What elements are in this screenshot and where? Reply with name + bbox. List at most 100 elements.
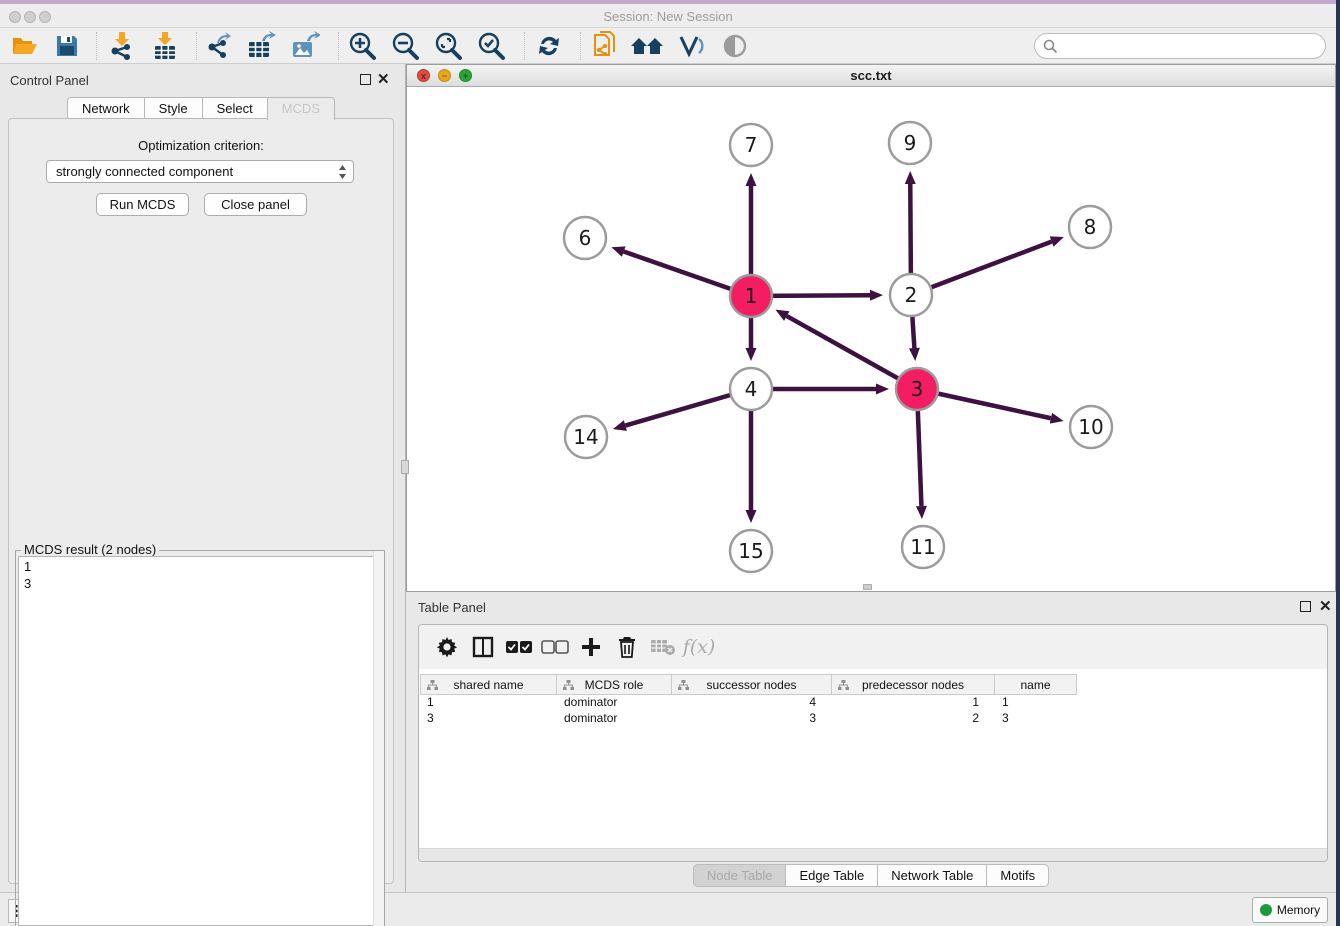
graph-edge-arrowhead: [611, 246, 625, 256]
memory-button[interactable]: Memory: [1252, 897, 1328, 923]
graph-edge-arrowhead: [905, 171, 916, 184]
close-table-panel-icon[interactable]: ✕: [1319, 597, 1332, 615]
application-window: Session: New Session: [0, 0, 1336, 926]
export-image-icon[interactable]: [288, 31, 322, 61]
mcds-result-groupbox: MCDS result (2 nodes) 1 3: [15, 550, 385, 926]
clone-network-icon[interactable]: [588, 31, 622, 61]
import-table-icon[interactable]: [148, 31, 182, 61]
search-icon: [1043, 39, 1058, 54]
zoom-selected-icon[interactable]: [474, 31, 508, 61]
control-panel: Control Panel ✕ NetworkStyleSelectMCDS O…: [0, 64, 402, 892]
graph-node-label: 6: [579, 226, 592, 250]
column-header-name[interactable]: name: [995, 674, 1077, 695]
network-window-titlebar[interactable]: x − + scc.txt: [407, 65, 1335, 87]
graph-edge-2-8[interactable]: [911, 242, 1052, 295]
table-tab-network-table[interactable]: Network Table: [877, 864, 986, 887]
search-field[interactable]: [1034, 33, 1326, 59]
zoom-out-icon[interactable]: [388, 31, 422, 61]
control-tab-mcds[interactable]: MCDS: [267, 97, 335, 120]
graph-node-label: 7: [745, 133, 758, 157]
column-header-MCDS-role[interactable]: MCDS role: [557, 674, 672, 695]
close-panel-button[interactable]: Close panel: [204, 193, 307, 216]
column-selector-icon[interactable]: [465, 632, 501, 662]
zoom-fit-icon[interactable]: [431, 31, 465, 61]
table-cell[interactable]: 1: [995, 695, 1077, 711]
table-tab-edge-table[interactable]: Edge Table: [785, 864, 877, 887]
table-cell[interactable]: 3: [420, 711, 557, 727]
graph-edge-arrowhead: [870, 290, 883, 301]
main-toolbar: [0, 28, 1336, 64]
network-window-title: scc.txt: [407, 68, 1335, 83]
toolbar-separator: [524, 32, 525, 60]
hide-graphics-details-icon[interactable]: [674, 31, 708, 61]
control-tab-select[interactable]: Select: [202, 97, 267, 119]
save-session-icon[interactable]: [50, 31, 84, 61]
table-cell[interactable]: dominator: [557, 695, 672, 711]
table-panel-header: Table Panel ✕: [406, 592, 1336, 622]
graph-node-label: 14: [573, 425, 598, 449]
search-input[interactable]: [1063, 39, 1325, 54]
show-hide-icon[interactable]: [718, 31, 752, 61]
table-tab-motifs[interactable]: Motifs: [986, 864, 1049, 887]
table-row[interactable]: 3dominator323: [420, 711, 1077, 727]
graph-edge-arrowhead: [909, 348, 920, 361]
chevron-up-down-icon: [338, 164, 347, 186]
column-header-predecessor-nodes[interactable]: predecessor nodes: [832, 674, 995, 695]
zoom-in-icon[interactable]: [345, 31, 379, 61]
column-header-successor-nodes[interactable]: successor nodes: [672, 674, 832, 695]
control-panel-title: Control Panel: [10, 73, 89, 88]
column-header-shared-name[interactable]: shared name: [420, 674, 557, 695]
toolbar-separator: [196, 32, 197, 60]
graph-edge-arrowhead: [1050, 236, 1064, 246]
table-cell[interactable]: dominator: [557, 711, 672, 727]
graph-node-label: 8: [1084, 215, 1097, 239]
refresh-icon[interactable]: [532, 31, 566, 61]
float-table-panel-icon[interactable]: [1300, 601, 1311, 612]
float-panel-icon[interactable]: [360, 74, 371, 85]
table-panel: Table Panel ✕: [406, 592, 1336, 892]
table-cell[interactable]: 3: [672, 711, 832, 727]
panel-divider-handle[interactable]: [401, 460, 409, 474]
criterion-select[interactable]: strongly connected component: [46, 160, 354, 183]
graph-edge-arrowhead: [876, 384, 889, 395]
import-network-icon[interactable]: [104, 31, 138, 61]
horizontal-splitter-handle[interactable]: [863, 584, 872, 590]
mcds-result-text[interactable]: 1 3: [18, 556, 382, 926]
export-table-icon[interactable]: [244, 31, 278, 61]
graph-node-label: 3: [911, 377, 924, 401]
node-table-container: f(x) shared nameMCDS rolesuccessor nodes…: [418, 624, 1328, 862]
graph-node-label: 1: [745, 284, 758, 308]
run-mcds-button[interactable]: Run MCDS: [96, 193, 189, 216]
table-cell[interactable]: 1: [420, 695, 557, 711]
table-cell[interactable]: 4: [672, 695, 832, 711]
open-file-icon[interactable]: [8, 31, 42, 61]
close-panel-icon[interactable]: ✕: [377, 70, 390, 88]
table-tab-node-table[interactable]: Node Table: [693, 864, 786, 887]
home-icon[interactable]: [630, 31, 664, 61]
graph-edge-arrowhead: [1050, 413, 1064, 424]
control-tab-network[interactable]: Network: [67, 97, 144, 119]
result-scrollbar[interactable]: [373, 551, 384, 926]
control-tab-style[interactable]: Style: [144, 97, 202, 119]
table-bottom-strip: [419, 848, 1327, 861]
table-cell[interactable]: 3: [995, 711, 1077, 727]
table-cell[interactable]: 1: [832, 695, 995, 711]
table-cell[interactable]: 2: [832, 711, 995, 727]
deselect-all-icon[interactable]: [537, 632, 573, 662]
criterion-selected-value: strongly connected component: [56, 164, 233, 179]
settings-gear-icon[interactable]: [429, 632, 465, 662]
table-row[interactable]: 1dominator411: [420, 695, 1077, 711]
graph-edge-arrowhead: [916, 506, 927, 519]
add-column-icon[interactable]: [573, 632, 609, 662]
toolbar-separator: [580, 32, 581, 60]
delete-column-icon[interactable]: [609, 632, 645, 662]
export-network-icon[interactable]: [202, 31, 236, 61]
graph-edge-3-1[interactable]: [787, 316, 917, 389]
table-panel-title: Table Panel: [418, 600, 486, 615]
toolbar-separator: [96, 32, 97, 60]
optimization-criterion-label: Optimization criterion:: [9, 138, 393, 153]
select-all-icon[interactable]: [501, 632, 537, 662]
network-graph-canvas[interactable]: 7968124314101511: [407, 87, 1335, 591]
delete-table-icon-disabled: [645, 632, 681, 662]
graph-node-label: 11: [910, 535, 935, 559]
